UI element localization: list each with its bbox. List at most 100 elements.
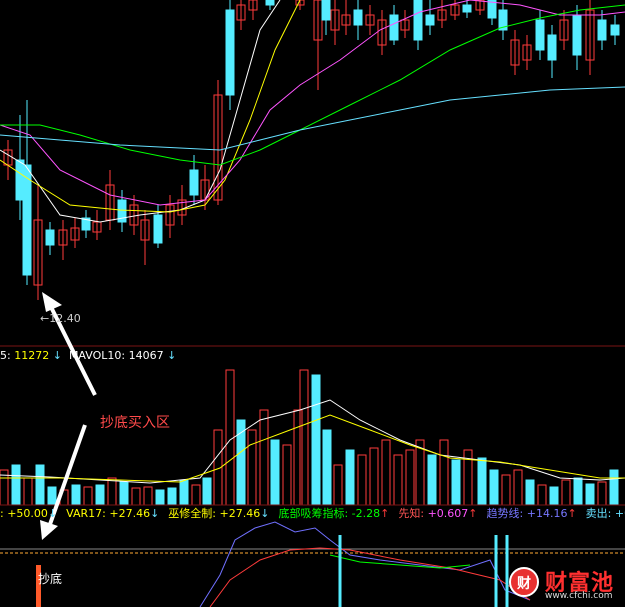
volume-bar bbox=[282, 444, 292, 506]
candle-body bbox=[265, 0, 275, 6]
volume-bar bbox=[573, 477, 583, 506]
volume-bar bbox=[167, 487, 177, 506]
indicator-item: 先知: +0.607↑ bbox=[398, 507, 478, 520]
red-indicator-line bbox=[209, 547, 531, 607]
candle-body bbox=[225, 9, 235, 96]
candle-body bbox=[425, 14, 435, 26]
candle-body bbox=[413, 0, 423, 41]
volume-bar bbox=[415, 439, 425, 506]
volume-bar bbox=[322, 429, 332, 506]
arrow-head bbox=[42, 292, 62, 312]
candle-body bbox=[572, 14, 582, 56]
volume-bar bbox=[357, 454, 367, 506]
candle-body bbox=[321, 0, 331, 21]
volume-bar bbox=[405, 449, 415, 506]
arrow-head bbox=[40, 520, 58, 540]
candle-body bbox=[189, 169, 199, 196]
volume-bar bbox=[311, 374, 321, 506]
ma10-arrow-icon: ↓ bbox=[167, 349, 177, 362]
brand-url: www.cfchi.com bbox=[545, 591, 613, 601]
indicator-item: : +50.00↓ bbox=[0, 507, 58, 520]
volume-bar bbox=[333, 464, 343, 506]
volume-bar bbox=[597, 481, 607, 506]
candle-body bbox=[535, 19, 545, 51]
indicator-legend: : +50.00↓ VAR17: +27.46↓ 巫修全制: +27.46↓ 底部吸筹… bbox=[0, 507, 625, 522]
bottom-buy-zone-annotation: 抄底买入区 bbox=[100, 415, 170, 431]
volume-bar bbox=[451, 459, 461, 506]
volume-bar bbox=[293, 409, 303, 506]
candle-body bbox=[22, 164, 32, 276]
volume-bar bbox=[47, 486, 57, 506]
volume-bar bbox=[299, 369, 309, 506]
volume-bar bbox=[585, 483, 595, 506]
ma5-arrow-icon: ↓ bbox=[52, 349, 62, 362]
up-arrow-icon: ↑ bbox=[468, 507, 478, 520]
ma20-line bbox=[0, 0, 625, 206]
candle-body bbox=[45, 229, 55, 246]
candle-body bbox=[597, 19, 607, 41]
volume-legend: 5: 11272 ↓ MAVOL10: 14067 ↓ bbox=[0, 349, 176, 363]
trend-line bbox=[199, 521, 531, 607]
volume-bar bbox=[501, 474, 511, 506]
volume-bar bbox=[71, 484, 81, 506]
volume-bar bbox=[247, 429, 257, 506]
volume-bar bbox=[345, 449, 355, 506]
up-arrow-icon: ↑ bbox=[567, 507, 577, 520]
volume-bar bbox=[477, 457, 487, 506]
ma10-value: 14067 bbox=[128, 349, 164, 362]
volume-bar bbox=[270, 439, 280, 506]
candle-body bbox=[547, 34, 557, 61]
down-arrow-icon: ↓ bbox=[150, 507, 160, 520]
volume-bar bbox=[225, 369, 235, 506]
candle-body bbox=[153, 214, 163, 244]
up-arrow-icon: ↑ bbox=[380, 507, 390, 520]
volume-bar bbox=[155, 489, 165, 506]
candle-body bbox=[462, 4, 472, 13]
volume-bar bbox=[35, 464, 45, 506]
volume-bar bbox=[369, 447, 379, 506]
indicator-item: 巫修全制: +27.46↓ bbox=[168, 507, 270, 520]
volume-bar bbox=[525, 479, 535, 506]
volume-bar bbox=[143, 486, 153, 506]
down-arrow-icon: ↓ bbox=[260, 507, 270, 520]
volume-bar bbox=[427, 454, 437, 506]
volume-bar bbox=[83, 486, 93, 506]
volume-bar bbox=[489, 469, 499, 506]
volume-bar bbox=[393, 454, 403, 506]
candle-body bbox=[610, 24, 620, 36]
volume-bar bbox=[131, 487, 141, 506]
down-arrow-icon: ↓ bbox=[47, 507, 58, 520]
volume-bar bbox=[381, 439, 391, 506]
volume-bar bbox=[23, 477, 33, 506]
volume-bar bbox=[119, 481, 129, 506]
volume-bar bbox=[191, 484, 201, 506]
ma10-line bbox=[0, 0, 301, 213]
ma5-line bbox=[0, 0, 281, 223]
ma5-label: 5: bbox=[0, 349, 11, 362]
volume-bar bbox=[11, 464, 21, 506]
volume-bar bbox=[609, 469, 619, 506]
volume-bar bbox=[179, 479, 189, 506]
ma60-line bbox=[0, 86, 625, 151]
indicator-item: VAR17: +27.46↓ bbox=[66, 507, 160, 520]
indicator-item: 趋势线: +14.16↑ bbox=[486, 507, 577, 520]
ma5-value: 11272 bbox=[14, 349, 50, 362]
volume-bar bbox=[439, 439, 449, 506]
volume-bar bbox=[549, 486, 559, 506]
price-candlesticks bbox=[3, 0, 620, 300]
indicator-item: 底部吸筹指标: -2.28↑ bbox=[278, 507, 390, 520]
volume-bar bbox=[107, 477, 117, 506]
brand-logo-icon: 财 bbox=[509, 567, 539, 597]
volume-bar bbox=[537, 484, 547, 506]
volume-bar bbox=[259, 409, 269, 506]
volume-bar bbox=[202, 477, 212, 506]
volume-bar bbox=[561, 479, 571, 506]
volume-bar bbox=[513, 469, 523, 506]
candle-body bbox=[389, 14, 399, 41]
moving-average-lines bbox=[0, 0, 625, 223]
volume-bar bbox=[95, 484, 105, 506]
green-indicator-line bbox=[329, 554, 471, 569]
candle-body bbox=[353, 9, 363, 26]
ma10-label: MAVOL10: bbox=[68, 349, 126, 362]
low-price-label: ←12.40 bbox=[40, 312, 81, 325]
